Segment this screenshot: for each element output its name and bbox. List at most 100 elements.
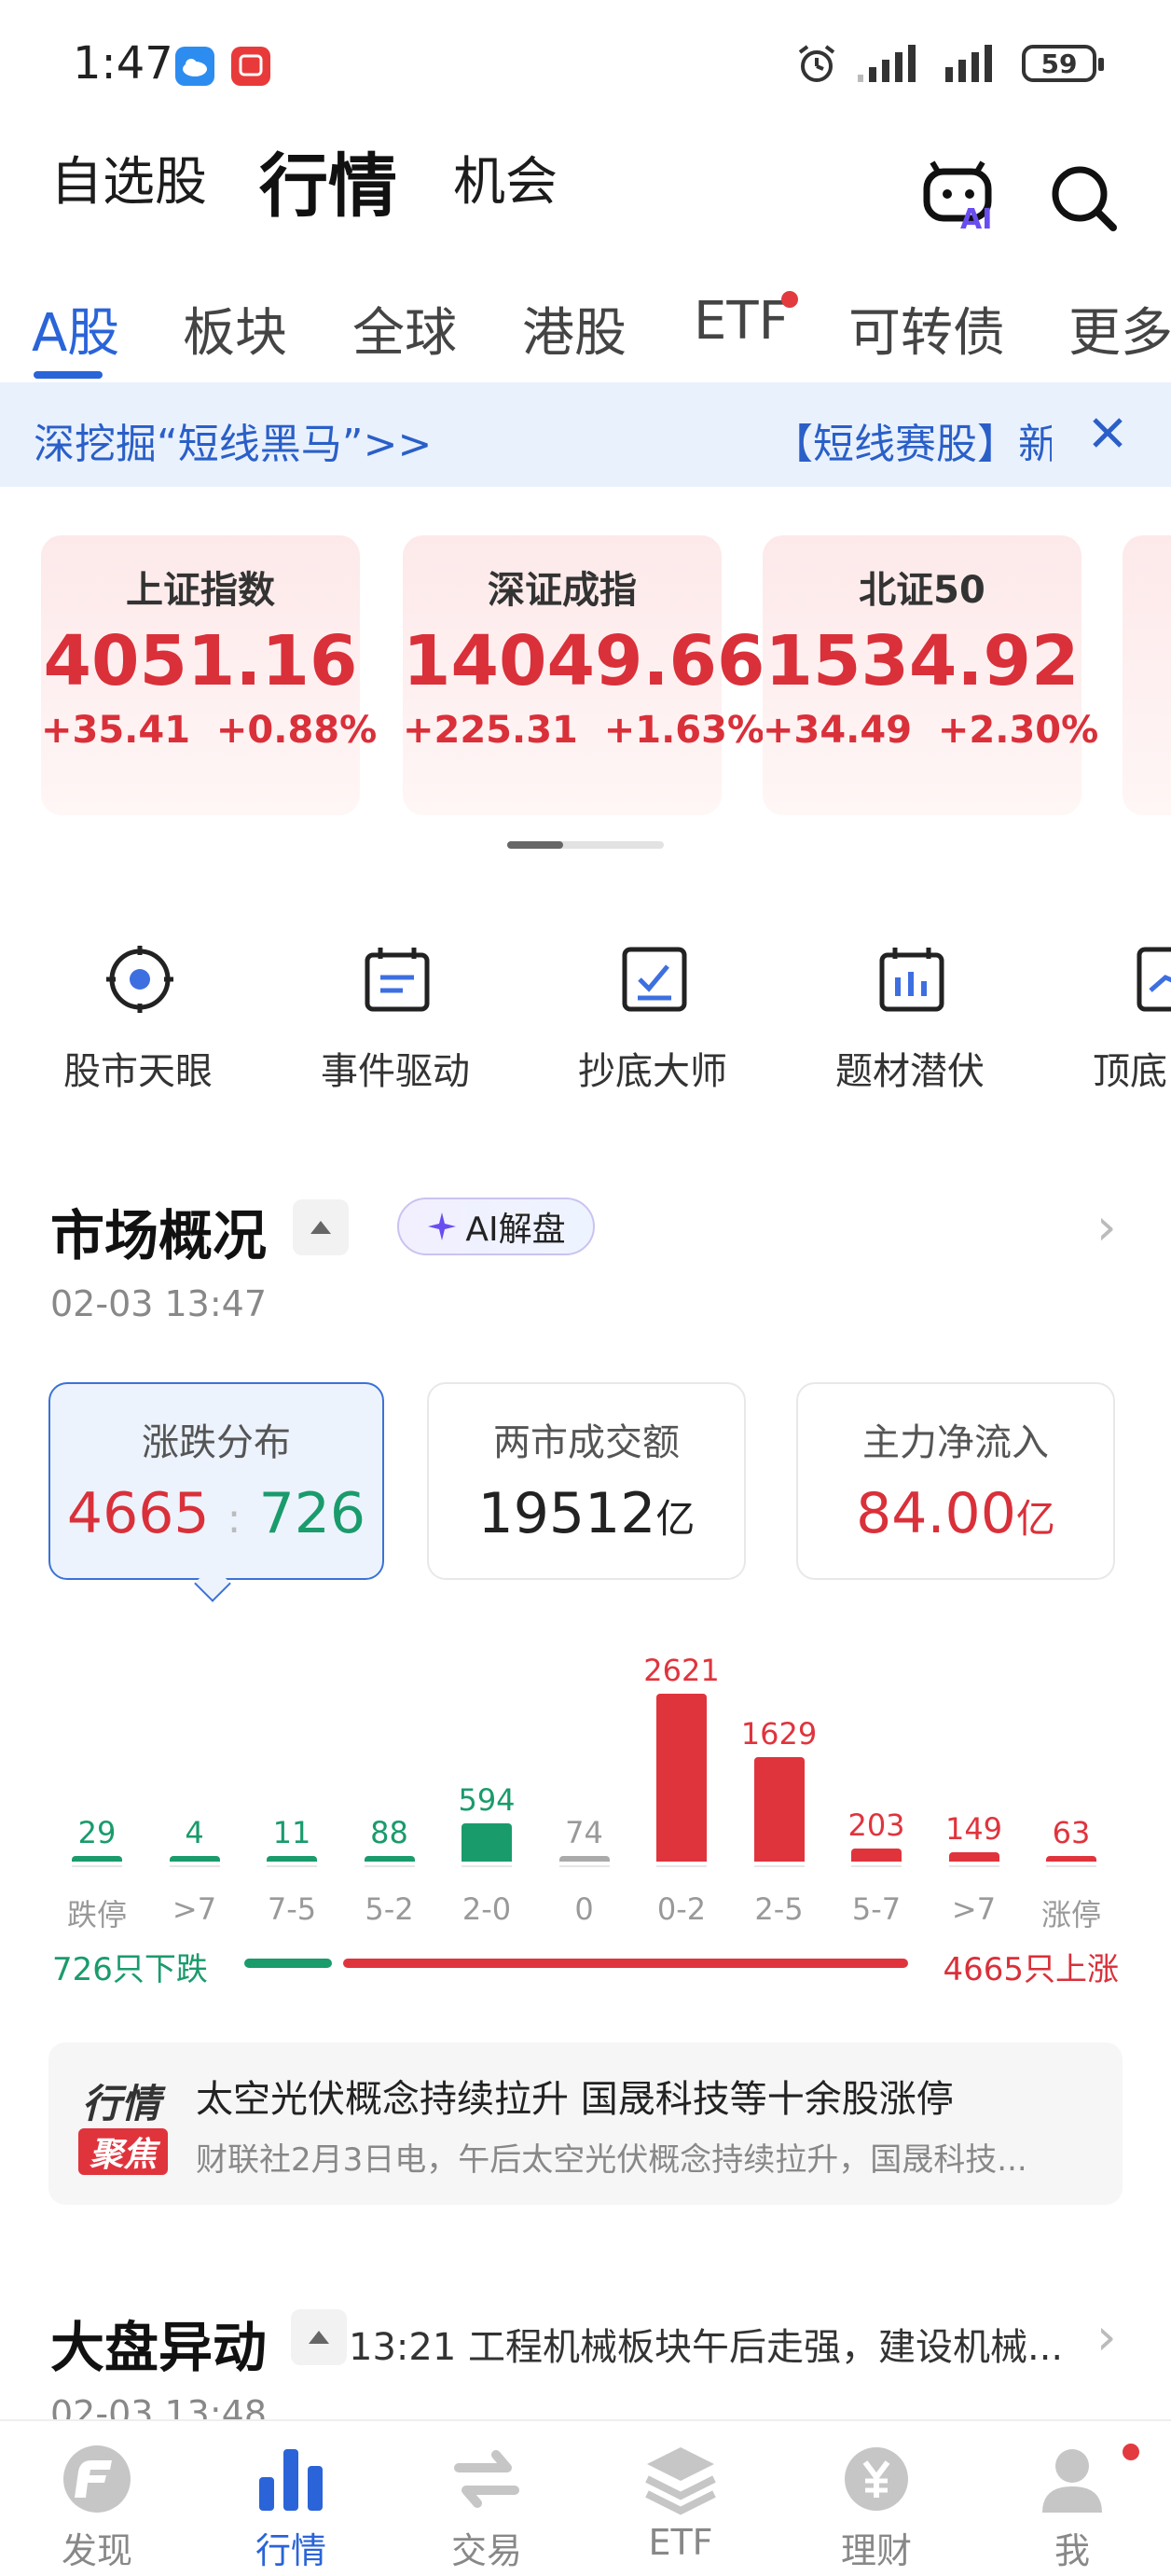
carousel-scroll-thumb	[507, 841, 563, 849]
bar-baseline	[267, 1865, 317, 1867]
ai-badge-label: AI	[960, 203, 993, 236]
dapan-chevron-icon[interactable]: ›	[1096, 2307, 1117, 2366]
bar-3	[364, 1855, 415, 1862]
etf-layers-icon[interactable]	[641, 2440, 720, 2518]
bar-category-label: 5-2	[365, 1891, 414, 1927]
index-name: 北证50	[859, 569, 985, 612]
bar-1	[169, 1856, 220, 1862]
news-title[interactable]: 太空光伏概念持续拉升 国晟科技等十余股涨停	[196, 2069, 1091, 2123]
bottom-nav-market[interactable]: 行情	[226, 2522, 356, 2573]
updown-distribution-card[interactable]: 涨跌分布 4665 : 726	[48, 1382, 384, 1580]
topnav-market[interactable]: 行情	[259, 131, 397, 230]
index-card-shenzhen[interactable]: 深证成指 14049.66 +225.31 +1.63%	[403, 535, 765, 815]
bar-baseline	[72, 1865, 122, 1867]
wealth-yen-icon[interactable]	[837, 2440, 916, 2518]
bar-value-label: 594	[458, 1782, 516, 1819]
index-card-partial[interactable]	[1123, 535, 1171, 815]
topnav-opportunity[interactable]: 机会	[453, 140, 558, 215]
turnover-card[interactable]: 两市成交额 19512亿	[427, 1382, 746, 1580]
tab-hk[interactable]: 港股	[522, 291, 627, 367]
banner-close-button[interactable]	[1089, 414, 1126, 455]
bottom-nav-trade[interactable]: 交易	[421, 2522, 552, 2573]
bar-6	[656, 1694, 707, 1862]
bar-value-label: 29	[77, 1815, 117, 1850]
ai-analysis-label: AI解盘	[465, 1211, 566, 1249]
banner-left-text[interactable]: 深挖掘“短线黑马”>>	[34, 410, 432, 470]
profile-notification-dot	[1123, 2444, 1139, 2460]
bar-8	[851, 1849, 902, 1862]
bar-4	[462, 1823, 512, 1862]
bar-value-label: 149	[944, 1810, 1003, 1847]
bar-category-label: 跌停	[66, 1897, 127, 1932]
shortcut-label-top-bottom[interactable]: 顶底	[1093, 1041, 1171, 1095]
red-app-icon	[231, 47, 270, 86]
dapan-collapse-button[interactable]	[291, 2309, 347, 2365]
profile-user-icon[interactable]	[1033, 2440, 1111, 2518]
topnav-watchlist[interactable]: 自选股	[50, 140, 207, 215]
bar-baseline	[851, 1865, 902, 1867]
tab-more[interactable]: 更多	[1068, 291, 1171, 367]
bar-7	[753, 1757, 805, 1862]
bar-value-label: 1629	[740, 1716, 818, 1752]
ai-robot-button[interactable]: AI	[919, 159, 1003, 242]
tab-a-share[interactable]: A股	[32, 291, 119, 367]
top-bottom-icon[interactable]	[1134, 944, 1171, 1015]
stat-label: 主力净流入	[862, 1421, 1049, 1464]
bar-category-label: 5-7	[851, 1891, 902, 1927]
search-button[interactable]	[1046, 160, 1121, 239]
dapan-text[interactable]: 13:21 工程机械板块午后走强，建设机械...	[349, 2317, 1085, 2371]
triangle-up-icon	[309, 2331, 329, 2344]
index-name: 深证成指	[488, 569, 637, 612]
bar-baseline	[364, 1865, 415, 1867]
bar-value-label: 63	[1052, 1815, 1091, 1850]
news-description[interactable]: 财联社2月3日电，午后太空光伏概念持续拉升，国晟科技...	[196, 2134, 1081, 2180]
shortcut-label-theme[interactable]: 题材潜伏	[835, 1041, 985, 1095]
tab-sector[interactable]: 板块	[183, 291, 287, 367]
news-tag-market: 行情	[82, 2081, 161, 2126]
news-card[interactable]	[48, 2043, 1123, 2205]
shortcut-label-sky-eye[interactable]: 股市天眼	[63, 1041, 213, 1095]
banner-right-text[interactable]: 【短线赛股】新	[772, 410, 1052, 470]
tab-global[interactable]: 全球	[352, 291, 457, 367]
shortcut-label-event[interactable]: 事件驱动	[321, 1041, 470, 1095]
bar-baseline	[169, 1865, 220, 1867]
trade-arrows-icon[interactable]	[448, 2440, 526, 2518]
signal-icon-1	[858, 45, 916, 82]
tab-etf[interactable]: ETF	[694, 291, 789, 352]
etf-notification-dot	[781, 291, 798, 308]
bottom-nav-etf[interactable]: ETF	[615, 2522, 746, 2563]
ai-analysis-button[interactable]: AI解盘	[397, 1198, 595, 1255]
turnover-value: 19512亿	[477, 1481, 696, 1546]
discover-icon[interactable]	[58, 2440, 136, 2518]
market-overview-datetime: 02-03 13:47	[50, 1283, 268, 1324]
bottom-nav-wealth[interactable]: 理财	[811, 2522, 942, 2573]
ratio-separator: :	[227, 1495, 241, 1543]
battery-indicator: 59	[1022, 45, 1104, 82]
market-overview-chevron-icon[interactable]: ›	[1096, 1198, 1117, 1256]
tab-convertible[interactable]: 可转债	[848, 291, 1005, 367]
market-overview-collapse-button[interactable]	[293, 1199, 349, 1255]
triangle-up-icon	[310, 1221, 331, 1234]
updown-values: 4665 : 726	[50, 1481, 382, 1546]
index-card-shanghai[interactable]: 上证指数 4051.16 +35.41 +0.88%	[41, 535, 377, 815]
index-card-bse50[interactable]: 北证50 1534.92 +34.49 +2.30%	[763, 535, 1098, 815]
bar-baseline	[656, 1865, 707, 1867]
net-inflow-card[interactable]: 主力净流入 84.00亿	[796, 1382, 1115, 1580]
theme-ambush-icon[interactable]	[876, 944, 947, 1015]
up-total-label: 4665只上涨	[943, 1951, 1119, 1988]
index-name: 上证指数	[126, 569, 275, 612]
bottom-navigation	[0, 2419, 1171, 2576]
bottom-nav-discover[interactable]: 发现	[32, 2522, 162, 2573]
sky-eye-icon[interactable]	[104, 944, 175, 1015]
bar-category-label: >7	[172, 1891, 217, 1927]
ratio-bar-up	[343, 1959, 908, 1968]
event-driven-icon[interactable]	[362, 944, 433, 1015]
bottom-fishing-icon[interactable]	[619, 944, 690, 1015]
shortcut-label-bottom[interactable]: 抄底大师	[578, 1041, 727, 1095]
cloud-app-icon	[175, 47, 214, 86]
market-chart-icon[interactable]	[252, 2440, 330, 2518]
index-value: 14049.66	[403, 621, 765, 701]
status-time: 1:47	[73, 37, 173, 90]
bottom-nav-me[interactable]: 我	[1007, 2522, 1137, 2573]
bar-category-label: 0	[574, 1891, 594, 1927]
